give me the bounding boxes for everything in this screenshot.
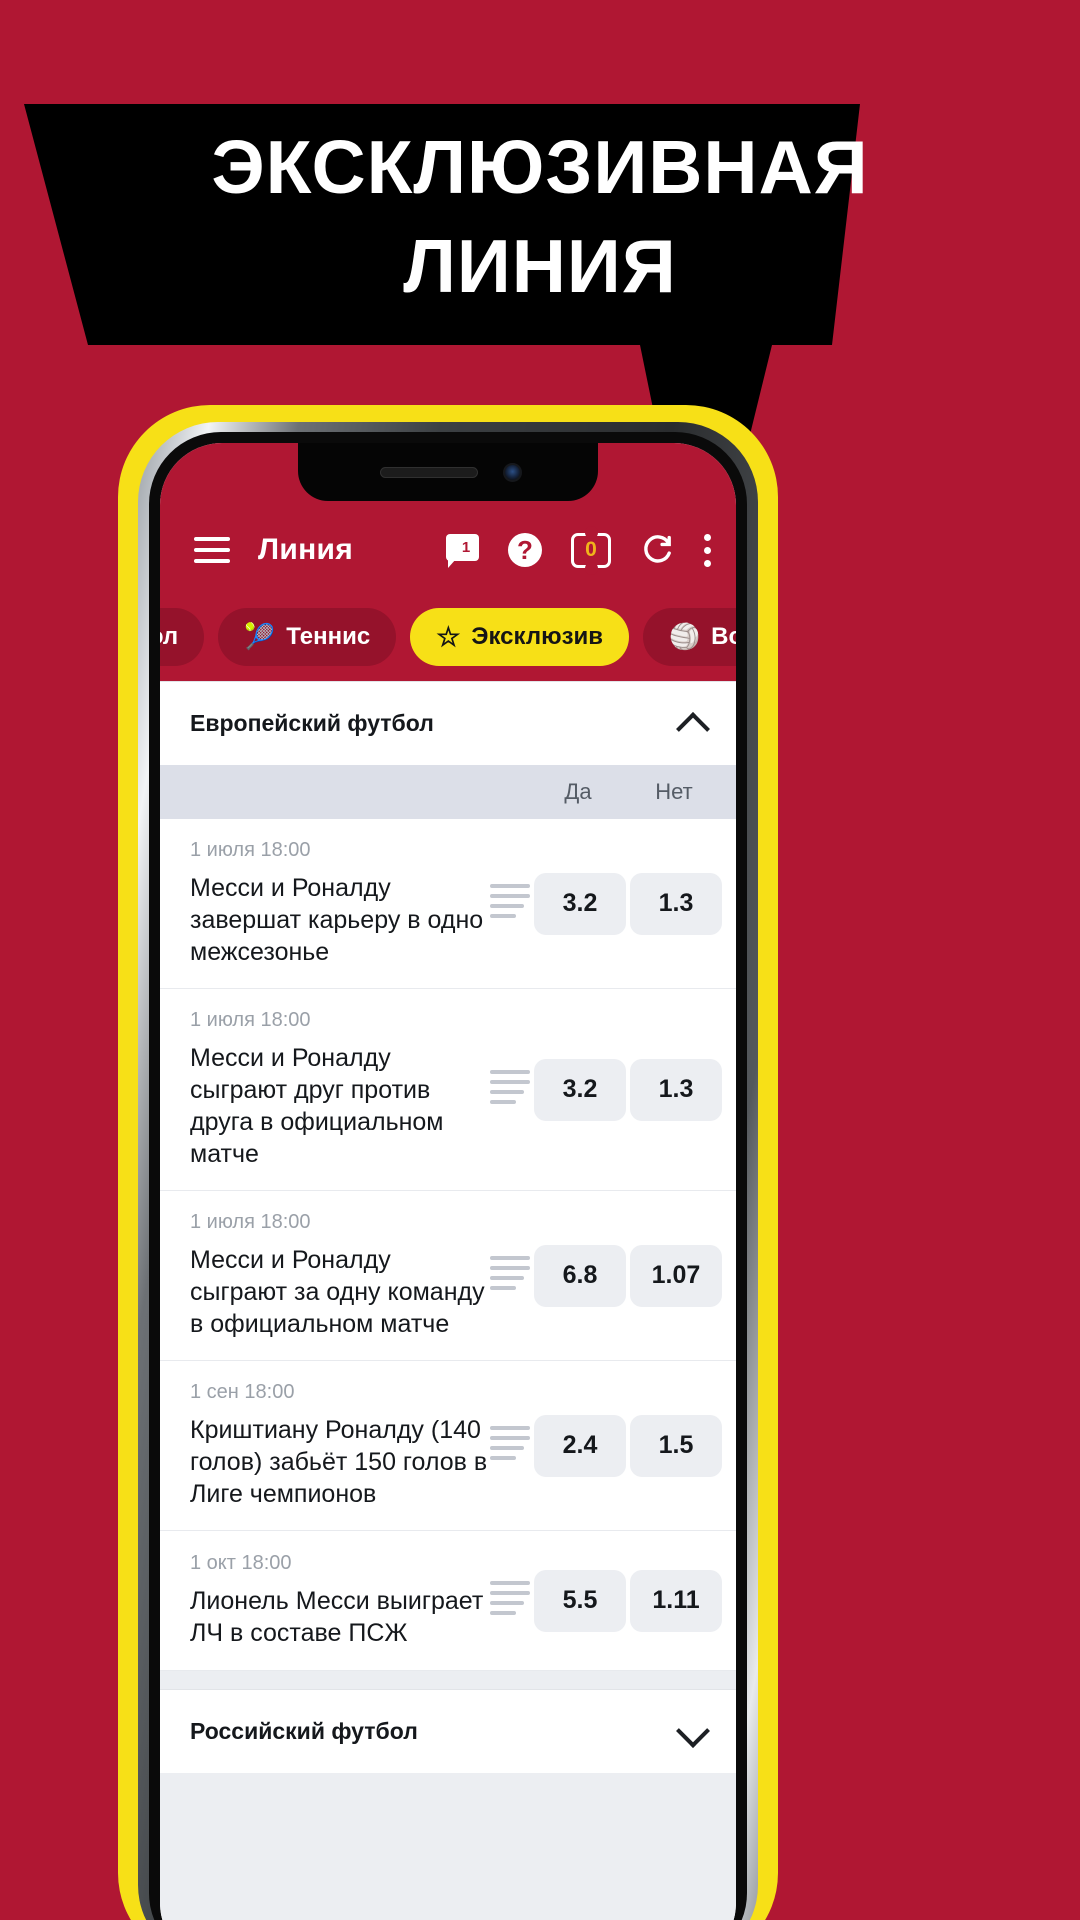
refresh-icon[interactable] — [640, 533, 674, 567]
hamburger-icon[interactable] — [194, 537, 230, 563]
bet-date: 1 июля 18:00 — [190, 1211, 311, 1233]
tab-football-label: бол — [160, 623, 179, 650]
bet-date: 1 июля 18:00 — [190, 839, 311, 861]
tab-exclusive[interactable]: ☆ Эксклюзив — [410, 608, 630, 666]
bet-title: Месси и Роналду сыграют друг против друг… — [190, 1044, 444, 1168]
betslip-icon[interactable]: 0 — [571, 525, 611, 575]
sport-tabs[interactable]: бол 🎾 Теннис ☆ Эксклюзив 🏐 Волейбол — [160, 593, 736, 681]
section-title: Российский футбол — [190, 1718, 418, 1744]
page-title: Линия — [258, 533, 354, 566]
markets-icon[interactable] — [490, 1580, 530, 1621]
odd-yes[interactable]: 3.2 — [534, 1058, 626, 1121]
bet-title: Месси и Роналду сыграют за одну команду … — [190, 1246, 485, 1338]
markets-icon[interactable] — [490, 1069, 530, 1110]
phone-bezel: Линия 1 ? 0 л 🎾 Теннис ☆ Эксклюзив 🏐 Во … — [138, 422, 758, 1920]
phone-mockup: Линия 1 ? 0 л 🎾 Теннис ☆ Эксклюзив 🏐 Во … — [118, 405, 778, 1920]
banner-line-1: ЭКСКЛЮЗИВНАЯ — [211, 125, 869, 209]
section-header-european-football[interactable]: Европейский футбол — [160, 681, 736, 765]
bet-row[interactable]: 1 июля 18:00 Месси и Роналду сыграют за … — [160, 1191, 736, 1361]
help-icon[interactable]: ? — [508, 533, 542, 567]
column-header-yes: Да — [564, 779, 592, 804]
odd-no[interactable]: 1.3 — [630, 872, 722, 935]
bet-row[interactable]: 1 июля 18:00 Месси и Роналду сыграют дру… — [160, 989, 736, 1191]
odd-yes[interactable]: 2.4 — [534, 1414, 626, 1477]
more-options-icon[interactable] — [703, 533, 712, 567]
bet-title: Лионель Месси выиграет ЛЧ в составе ПСЖ — [190, 1587, 484, 1647]
phone-inner-frame: Линия 1 ? 0 л 🎾 Теннис ☆ Эксклюзив 🏐 Во … — [149, 432, 747, 1920]
chat-badge: 1 — [461, 538, 471, 556]
front-camera-icon — [503, 463, 522, 482]
speaker-grille-icon — [380, 467, 478, 478]
odd-yes[interactable]: 5.5 — [534, 1569, 626, 1632]
odd-yes[interactable]: 6.8 — [534, 1244, 626, 1307]
phone-notch — [298, 443, 598, 501]
tab-tennis[interactable]: 🎾 Теннис — [218, 608, 397, 666]
odd-yes[interactable]: 3.2 — [534, 872, 626, 935]
odd-no[interactable]: 1.07 — [630, 1244, 722, 1307]
markets-icon[interactable] — [490, 883, 530, 924]
volleyball-icon: 🏐 — [669, 622, 701, 651]
tab-volleyball-label: Волейбол — [711, 623, 736, 650]
section-divider — [160, 1671, 736, 1689]
odds-column-headers: Да Нет — [160, 765, 736, 819]
star-icon: ☆ — [436, 621, 461, 652]
chat-icon[interactable]: 1 — [446, 533, 479, 568]
tab-volleyball[interactable]: 🏐 Волейбол — [643, 608, 736, 666]
tab-exclusive-label: Эксклюзив — [471, 623, 604, 650]
odd-no[interactable]: 1.5 — [630, 1414, 722, 1477]
phone-screen: Линия 1 ? 0 л 🎾 Теннис ☆ Эксклюзив 🏐 Во … — [160, 443, 736, 1920]
banner-text: ЭКСКЛЮЗИВНАЯ ЛИНИЯ — [30, 118, 1050, 316]
odd-no[interactable]: 1.11 — [630, 1569, 722, 1632]
tab-tennis-label: Теннис — [286, 623, 371, 650]
section-divider — [160, 1773, 736, 1791]
chevron-down-icon[interactable] — [678, 1717, 708, 1747]
section-header-russian-football[interactable]: Российский футбол — [160, 1689, 736, 1773]
bet-date: 1 сен 18:00 — [190, 1381, 295, 1403]
column-header-no: Нет — [655, 779, 693, 804]
bet-date: 1 окт 18:00 — [190, 1552, 292, 1574]
tennis-icon: 🎾 — [244, 622, 276, 651]
markets-icon[interactable] — [490, 1425, 530, 1466]
tab-football[interactable]: бол — [160, 608, 205, 666]
bet-list: Европейский футбол Да Нет 1 июля 18:00 М… — [160, 681, 736, 1920]
bet-date: 1 июля 18:00 — [190, 1009, 311, 1031]
bet-title: Месси и Роналду завершат карьеру в одно … — [190, 874, 484, 966]
bet-row[interactable]: 1 июля 18:00 Месси и Роналду завершат ка… — [160, 819, 736, 989]
bet-row[interactable]: 1 окт 18:00 Лионель Месси выиграет ЛЧ в … — [160, 1531, 736, 1671]
chevron-up-icon[interactable] — [678, 709, 708, 739]
odd-no[interactable]: 1.3 — [630, 1058, 722, 1121]
bet-row[interactable]: 1 сен 18:00 Криштиану Роналду (140 голов… — [160, 1361, 736, 1531]
markets-icon[interactable] — [490, 1255, 530, 1296]
bet-title: Криштиану Роналду (140 голов) забьёт 150… — [190, 1416, 488, 1508]
betslip-badge: 0 — [585, 538, 597, 561]
banner-line-2: ЛИНИЯ — [403, 224, 677, 308]
section-title: Европейский футбол — [190, 710, 434, 736]
